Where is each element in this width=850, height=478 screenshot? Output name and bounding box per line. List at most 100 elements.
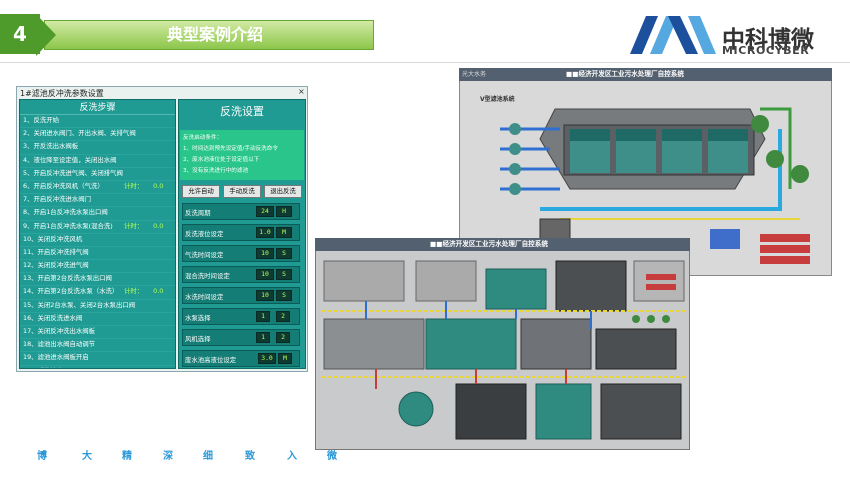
fan-select-1[interactable]: 1 — [256, 332, 270, 343]
step-timer: 计时： 0.0 — [124, 221, 163, 230]
dialog-close-button[interactable]: × — [298, 87, 305, 96]
step-row: 13、开启第2台反洗水泵出口阀 — [20, 273, 175, 287]
step-label: 13、开启第2台反洗水泵出口阀 — [23, 274, 112, 283]
footer-char: 微 — [327, 451, 337, 462]
step-row: 3、开反洗出水阀板 — [20, 141, 175, 155]
settings-header: 反洗设置 — [220, 105, 264, 118]
footer-char: 入 — [287, 451, 297, 462]
step-label: 20、反洗结束 — [23, 367, 63, 368]
step-row: 16、关闭反洗进水阀 — [20, 313, 175, 326]
pump-select-1[interactable]: 1 — [256, 311, 270, 322]
footer-char: 大 — [82, 451, 92, 462]
setting-label: 水泵选择 — [185, 314, 211, 322]
microcyber-logo-icon — [630, 16, 716, 54]
backwash-steps-panel: 反洗步骤 1、反洗开始 2、关闭进水阀门、开出水阀、关排气阀 3、开反洗出水阀板 4、… — [19, 99, 176, 369]
step-timer-value: 0.0 — [153, 181, 164, 190]
exit-backwash-button[interactable]: 退出反洗 — [264, 185, 302, 198]
scada1-brand: 光大水务 — [462, 71, 487, 78]
step-timer-label: 计时： — [124, 181, 144, 190]
step-timer: 计时： 0.0 — [124, 286, 163, 295]
setting-label: 废水池高液位设定 — [185, 356, 237, 364]
step-row: 2、关闭进水阀门、开出水阀、关排气阀 — [20, 128, 175, 142]
header-divider — [0, 62, 850, 63]
setting-label: 风机选择 — [185, 335, 211, 343]
setting-label: 反洗液位设定 — [185, 230, 224, 238]
step-label: 5、开启反冲洗进气阀、关闭排气阀 — [23, 168, 123, 177]
setting-value-input[interactable]: 3.0 — [258, 353, 276, 364]
step-label: 17、关闭反冲洗出水阀板 — [23, 327, 96, 335]
plant-overview-diagram — [321, 260, 686, 440]
footer-char: 精 — [122, 451, 132, 462]
step-row: 6、开启反冲洗风机（气洗） 计时： 0.0 — [20, 181, 175, 195]
step-row: 10、关闭反冲洗风机 — [20, 234, 175, 247]
step-label: 12、关闭反冲洗进气阀 — [23, 261, 89, 270]
setting-label: 水洗时间设定 — [185, 293, 224, 301]
step-row: 4、液位降至设定值，关闭出水阀 — [20, 155, 175, 168]
condition-line: 1、时间达到预先设定值/手动反洗命令 — [183, 146, 278, 152]
step-row: 15、关闭2台水泵、关闭2台水泵出口阀 — [20, 300, 175, 313]
manual-backwash-button[interactable]: 手动反洗 — [223, 185, 261, 198]
step-row: 7、开启反冲洗进水阀门 — [20, 194, 175, 208]
step-label: 16、关闭反洗进水阀 — [23, 313, 83, 322]
footer-char: 致 — [245, 451, 255, 462]
setting-unit: M — [278, 353, 292, 364]
setting-value-input[interactable]: 24 — [256, 206, 274, 217]
setting-value-input[interactable]: 10 — [256, 248, 274, 259]
step-label: 11、开启反冲洗排气阀 — [23, 247, 89, 256]
step-label: 15、关闭2台水泵、关闭2台水泵出口阀 — [23, 300, 136, 309]
setting-unit: S — [276, 290, 292, 301]
setting-unit: H — [276, 206, 292, 217]
arrow-chevron-icon — [36, 14, 56, 56]
setting-unit: S — [276, 269, 292, 280]
fan-select-2[interactable]: 2 — [276, 332, 290, 343]
step-timer-label: 计时： — [124, 221, 144, 230]
scada2-title: ■■经济开发区工业污水处理厂自控系统 — [430, 240, 548, 248]
step-row: 8、开启1台反冲洗水泵出口阀 — [20, 207, 175, 221]
setting-label: 混合洗时间设定 — [185, 272, 230, 280]
section-number: 4 — [13, 22, 27, 46]
step-label: 7、开启反冲洗进水阀门 — [23, 195, 91, 204]
step-row: 14、开启第2台反洗水泵（水洗） 计时： 0.0 — [20, 286, 175, 300]
steps-list: 1、反洗开始 2、关闭进水阀门、开出水阀、关排气阀 3、开反洗出水阀板 4、液位降至设… — [20, 115, 175, 368]
step-row: 9、开启1台反冲洗水泵(混合洗) 计时： 0.0 — [20, 221, 175, 234]
step-label: 9、开启1台反冲洗水泵(混合洗) — [23, 221, 113, 230]
allow-auto-button[interactable]: 允许自动 — [182, 185, 220, 198]
step-label: 19、滤池进水阀板开启 — [23, 353, 89, 362]
condition-line: 2、废水池液位处于设定值以下 — [183, 157, 260, 163]
step-timer-label: 计时： — [124, 287, 144, 296]
dialog-title: 1#滤池反冲洗参数设置 — [20, 89, 104, 98]
footer-char: 博 — [37, 451, 47, 462]
scada1-subtitle: V型滤池系统 — [480, 96, 515, 103]
setting-unit: M — [276, 227, 292, 238]
step-row: 1、反洗开始 — [20, 115, 175, 129]
step-label: 14、开启第2台反洗水泵（水洗） — [23, 287, 119, 296]
step-row: 11、开启反冲洗排气阀 — [20, 247, 175, 261]
setting-value-input[interactable]: 1.0 — [256, 227, 274, 238]
step-timer: 计时： 0.0 — [124, 181, 163, 190]
step-row: 5、开启反冲洗进气阀、关闭排气阀 — [20, 168, 175, 181]
condition-line: 3、没有反洗进行中的滤池 — [183, 168, 249, 174]
step-label: 18、滤池出水阀自动调节 — [23, 340, 96, 349]
scada-overview-screen — [315, 238, 690, 450]
step-row: 17、关闭反冲洗出水阀板 — [20, 326, 175, 340]
footer-char: 细 — [203, 451, 213, 462]
step-label: 8、开启1台反冲洗水泵出口阀 — [23, 208, 108, 217]
logo-name-en: MICROCYBER — [722, 44, 810, 57]
setting-unit: S — [276, 248, 292, 259]
step-row: 12、关闭反冲洗进气阀 — [20, 260, 175, 274]
setting-label: 反洗周期 — [185, 209, 211, 217]
step-row: 20、反洗结束 — [20, 366, 175, 368]
footer-char: 深 — [163, 451, 173, 462]
step-label: 6、开启反冲洗风机（气洗） — [23, 181, 104, 190]
scada1-title: ■■经济开发区工业污水处理厂自控系统 — [566, 70, 684, 78]
slide-title: 典型案例介绍 — [166, 25, 263, 44]
step-label: 3、开反洗出水阀板 — [23, 142, 79, 151]
step-label: 10、关闭反冲洗风机 — [23, 234, 83, 243]
condition-line: 反洗启动条件： — [183, 135, 223, 141]
step-timer-value: 0.0 — [153, 221, 164, 230]
setting-value-input[interactable]: 10 — [256, 269, 274, 280]
step-row: 18、滤池出水阀自动调节 — [20, 339, 175, 353]
step-label: 4、液位降至设定值，关闭出水阀 — [23, 155, 117, 164]
setting-value-input[interactable]: 10 — [256, 290, 274, 301]
pump-select-2[interactable]: 2 — [276, 311, 290, 322]
